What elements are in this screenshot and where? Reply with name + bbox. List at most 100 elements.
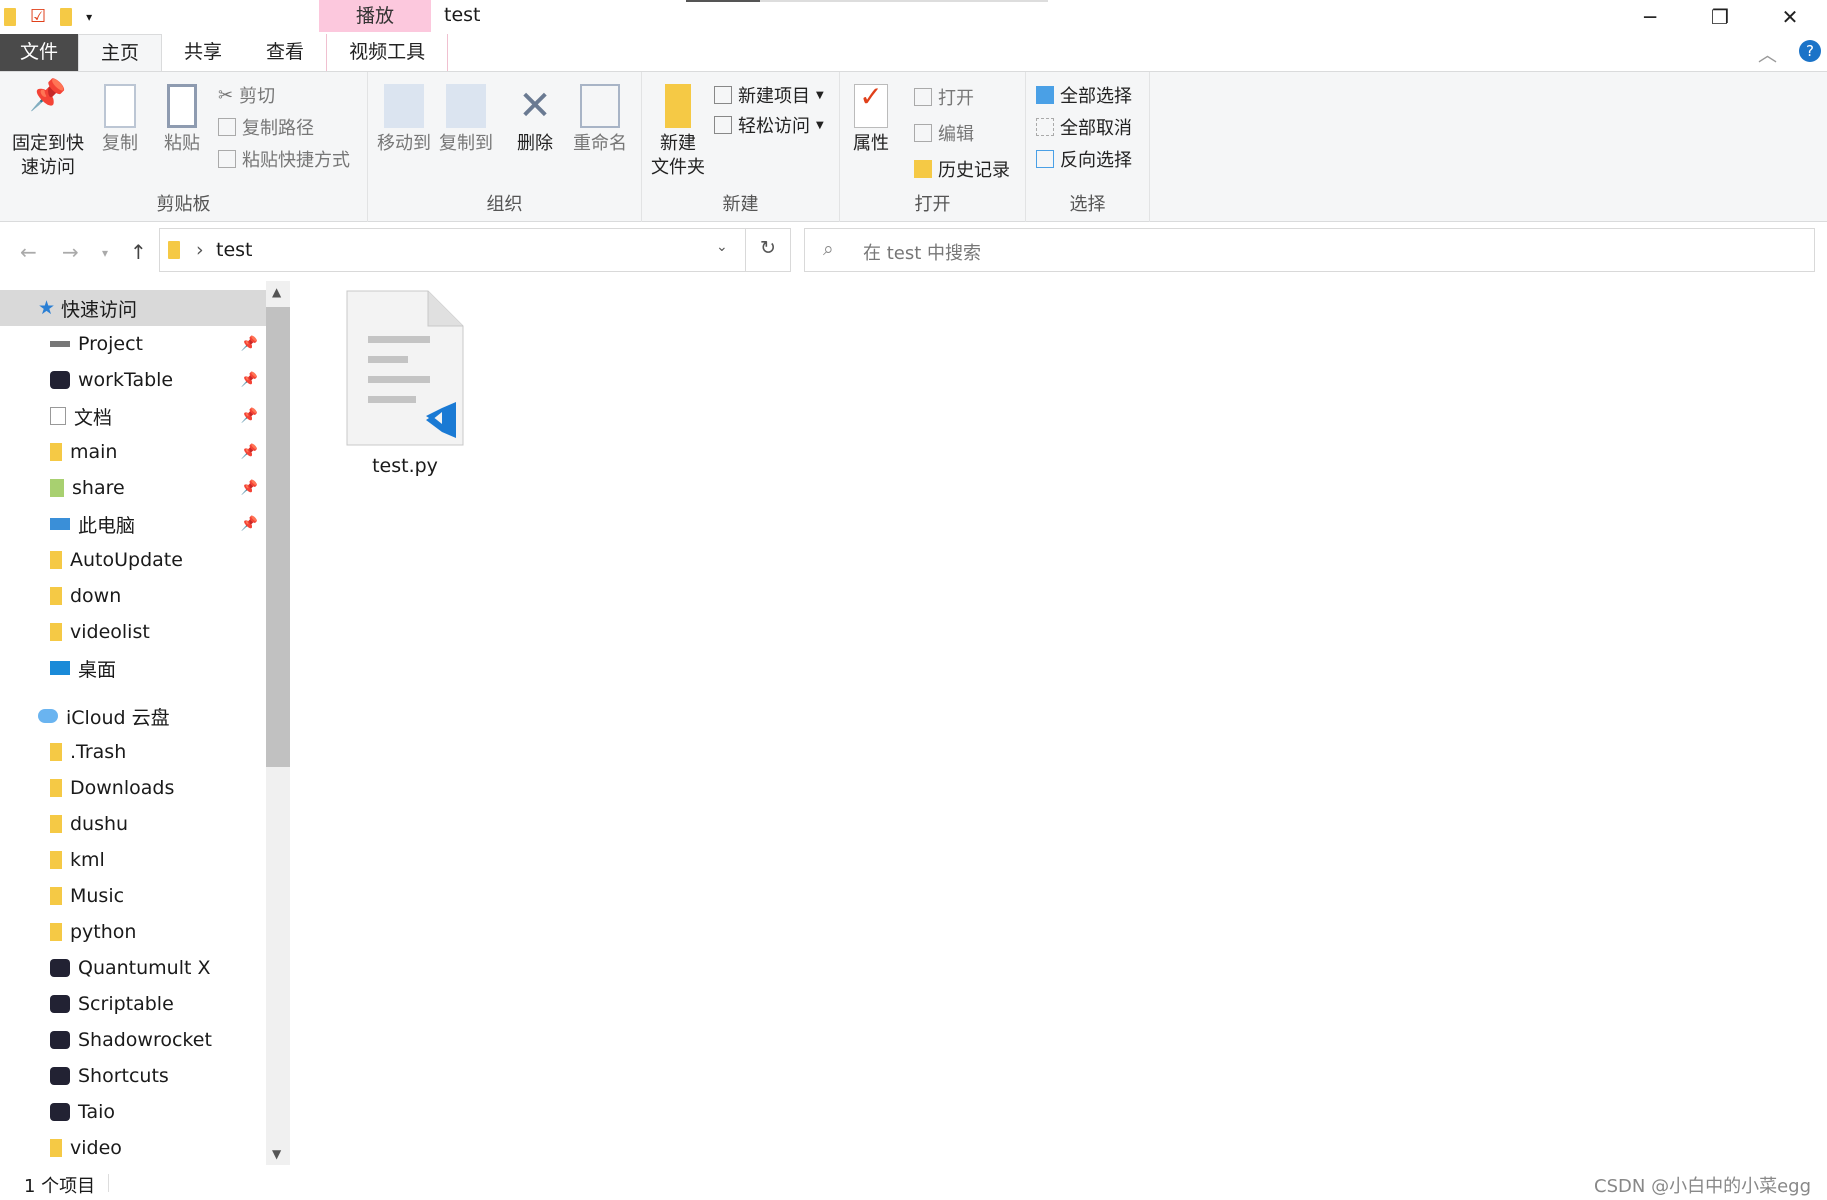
folder-icon bbox=[50, 887, 62, 905]
sidebar-item[interactable]: Scriptable bbox=[0, 986, 266, 1022]
search-box[interactable]: ⌕ 在 test 中搜索 bbox=[804, 228, 1815, 272]
sidebar-item[interactable]: Taio bbox=[0, 1094, 266, 1130]
history-label: 历史记录 bbox=[938, 160, 1010, 181]
forward-button[interactable]: → bbox=[62, 240, 79, 264]
pin-quick-access-button[interactable]: 📌 固定到快 速访问 bbox=[8, 81, 88, 180]
select-all-button[interactable]: 全部选择 bbox=[1036, 82, 1132, 108]
sidebar-item-label: 此电脑 bbox=[78, 514, 136, 537]
help-icon[interactable]: ? bbox=[1799, 40, 1821, 62]
edit-button[interactable]: 编辑 bbox=[914, 120, 974, 146]
new-folder-button[interactable]: 新建 文件夹 bbox=[648, 84, 708, 180]
restore-button[interactable]: ❐ bbox=[1685, 0, 1755, 34]
ribbon: 📌 固定到快 速访问 复制 粘贴 ✂ 剪切 复制路径 粘贴快捷方式 剪贴板 移动到… bbox=[0, 71, 1827, 222]
recent-dropdown-icon[interactable]: ▾ bbox=[102, 246, 108, 260]
collapse-ribbon-icon[interactable]: ︿ bbox=[1758, 40, 1777, 67]
sidebar-item[interactable]: .Trash bbox=[0, 734, 266, 770]
folder-icon bbox=[50, 743, 62, 761]
clipboard-group-label: 剪贴板 bbox=[156, 194, 211, 215]
new-item-button[interactable]: 新建项目 ▼ bbox=[714, 82, 824, 108]
sidebar-item[interactable]: videolist bbox=[0, 614, 266, 650]
file-name: test.py bbox=[372, 455, 438, 477]
scrollbar-thumb[interactable] bbox=[266, 307, 290, 767]
select-group-label: 选择 bbox=[1069, 194, 1106, 215]
copy-to-button[interactable]: 复制到 bbox=[436, 84, 496, 156]
sidebar-item[interactable]: main 📌 bbox=[0, 434, 266, 470]
scroll-down-icon[interactable]: ▼ bbox=[272, 1147, 281, 1161]
properties-check-icon[interactable]: ☑ bbox=[30, 6, 46, 27]
rename-label: 重命名 bbox=[573, 133, 627, 154]
pin-icon[interactable]: 📌 bbox=[241, 336, 258, 352]
sidebar-item[interactable]: share 📌 bbox=[0, 470, 266, 506]
sidebar-item[interactable]: 桌面 bbox=[0, 650, 266, 686]
breadcrumb-item[interactable]: test bbox=[216, 239, 253, 261]
paste-label: 粘贴 bbox=[164, 133, 200, 154]
delete-button[interactable]: ✕ 删除 bbox=[510, 84, 560, 156]
pin-icon[interactable]: 📌 bbox=[241, 408, 258, 424]
select-none-button[interactable]: 全部取消 bbox=[1036, 114, 1132, 140]
properties-button[interactable]: ✓ 属性 bbox=[846, 83, 896, 156]
pin-icon[interactable]: 📌 bbox=[241, 372, 258, 388]
address-bar[interactable]: › test ⌄ ↻ bbox=[159, 228, 791, 272]
open-group: ✓ 属性 打开 编辑 历史记录 打开 bbox=[840, 72, 1026, 222]
refresh-icon[interactable]: ↻ bbox=[760, 237, 776, 259]
tab-share[interactable]: 共享 bbox=[162, 34, 244, 72]
folder-icon bbox=[50, 1139, 62, 1157]
pin-label-2: 速访问 bbox=[21, 157, 75, 178]
navigation-pane: ★ 快速访问 Project 📌 workTable 📌 文档 📌 main 📌 share 📌 此电脑… bbox=[0, 290, 266, 1166]
sidebar-item-label: workTable bbox=[78, 369, 174, 391]
move-to-button[interactable]: 移动到 bbox=[374, 84, 434, 156]
sidebar-item[interactable]: workTable 📌 bbox=[0, 362, 266, 398]
tab-home[interactable]: 主页 bbox=[78, 34, 163, 72]
sidebar-item[interactable]: Shortcuts bbox=[0, 1058, 266, 1094]
sidebar-item[interactable]: Project 📌 bbox=[0, 326, 266, 362]
up-button[interactable]: ↑ bbox=[130, 240, 147, 264]
pin-icon[interactable]: 📌 bbox=[241, 516, 258, 532]
sidebar-item[interactable]: Music bbox=[0, 878, 266, 914]
rename-button[interactable]: 重命名 bbox=[568, 84, 632, 156]
copy-path-button[interactable]: 复制路径 bbox=[218, 114, 314, 140]
tab-view[interactable]: 查看 bbox=[244, 34, 326, 72]
progress-track bbox=[760, 0, 1048, 2]
sidebar-item[interactable]: 此电脑 📌 bbox=[0, 506, 266, 542]
pin-icon[interactable]: 📌 bbox=[241, 480, 258, 496]
scroll-up-icon[interactable]: ▲ bbox=[272, 285, 281, 299]
history-button[interactable]: 历史记录 bbox=[914, 156, 1010, 182]
sidebar-item[interactable]: video bbox=[0, 1130, 266, 1166]
sidebar-item[interactable]: 文档 📌 bbox=[0, 398, 266, 434]
sidebar-scrollbar[interactable]: ▲ ▼ bbox=[266, 281, 290, 1165]
paste-button[interactable]: 粘贴 bbox=[158, 84, 206, 156]
sidebar-item[interactable]: python bbox=[0, 914, 266, 950]
customize-dropdown-icon[interactable]: ▾ bbox=[86, 10, 92, 24]
scissors-icon: ✂ bbox=[218, 84, 234, 106]
copy-button[interactable]: 复制 bbox=[96, 84, 144, 156]
sidebar-item[interactable]: iCloud 云盘 bbox=[0, 698, 266, 734]
tab-file[interactable]: 文件 bbox=[0, 34, 79, 72]
easy-access-button[interactable]: 轻松访问 ▼ bbox=[714, 112, 824, 138]
clipboard-icon bbox=[167, 84, 197, 128]
new-folder-icon[interactable] bbox=[60, 7, 73, 26]
sidebar-item[interactable]: kml bbox=[0, 842, 266, 878]
paste-shortcut-button[interactable]: 粘贴快捷方式 bbox=[218, 146, 350, 172]
sidebar-item[interactable]: AutoUpdate bbox=[0, 542, 266, 578]
tab-video-tools[interactable]: 视频工具 bbox=[326, 34, 449, 72]
back-button[interactable]: ← bbox=[20, 240, 37, 264]
sidebar-item[interactable]: ★ 快速访问 bbox=[0, 290, 266, 326]
sidebar-item[interactable]: Downloads bbox=[0, 770, 266, 806]
minimize-button[interactable]: ─ bbox=[1615, 0, 1685, 34]
sidebar-item[interactable]: dushu bbox=[0, 806, 266, 842]
sidebar-item[interactable]: down bbox=[0, 578, 266, 614]
sidebar-item-label: iCloud 云盘 bbox=[66, 706, 170, 729]
copy-to-label: 复制到 bbox=[439, 133, 493, 154]
invert-selection-button[interactable]: 反向选择 bbox=[1036, 146, 1132, 172]
pin-icon[interactable]: 📌 bbox=[241, 444, 258, 460]
address-history-dropdown-icon[interactable]: ⌄ bbox=[716, 239, 728, 255]
cut-button[interactable]: ✂ 剪切 bbox=[218, 82, 275, 108]
sidebar-item[interactable]: Quantumult X bbox=[0, 950, 266, 986]
file-item[interactable]: test.py bbox=[330, 290, 480, 477]
sidebar-item[interactable]: Shadowrocket bbox=[0, 1022, 266, 1058]
delete-x-icon: ✕ bbox=[518, 83, 552, 129]
open-button[interactable]: 打开 bbox=[914, 84, 974, 110]
copy-icon bbox=[104, 84, 136, 128]
progress-indicator bbox=[686, 0, 760, 2]
close-button[interactable]: ✕ bbox=[1755, 0, 1825, 34]
